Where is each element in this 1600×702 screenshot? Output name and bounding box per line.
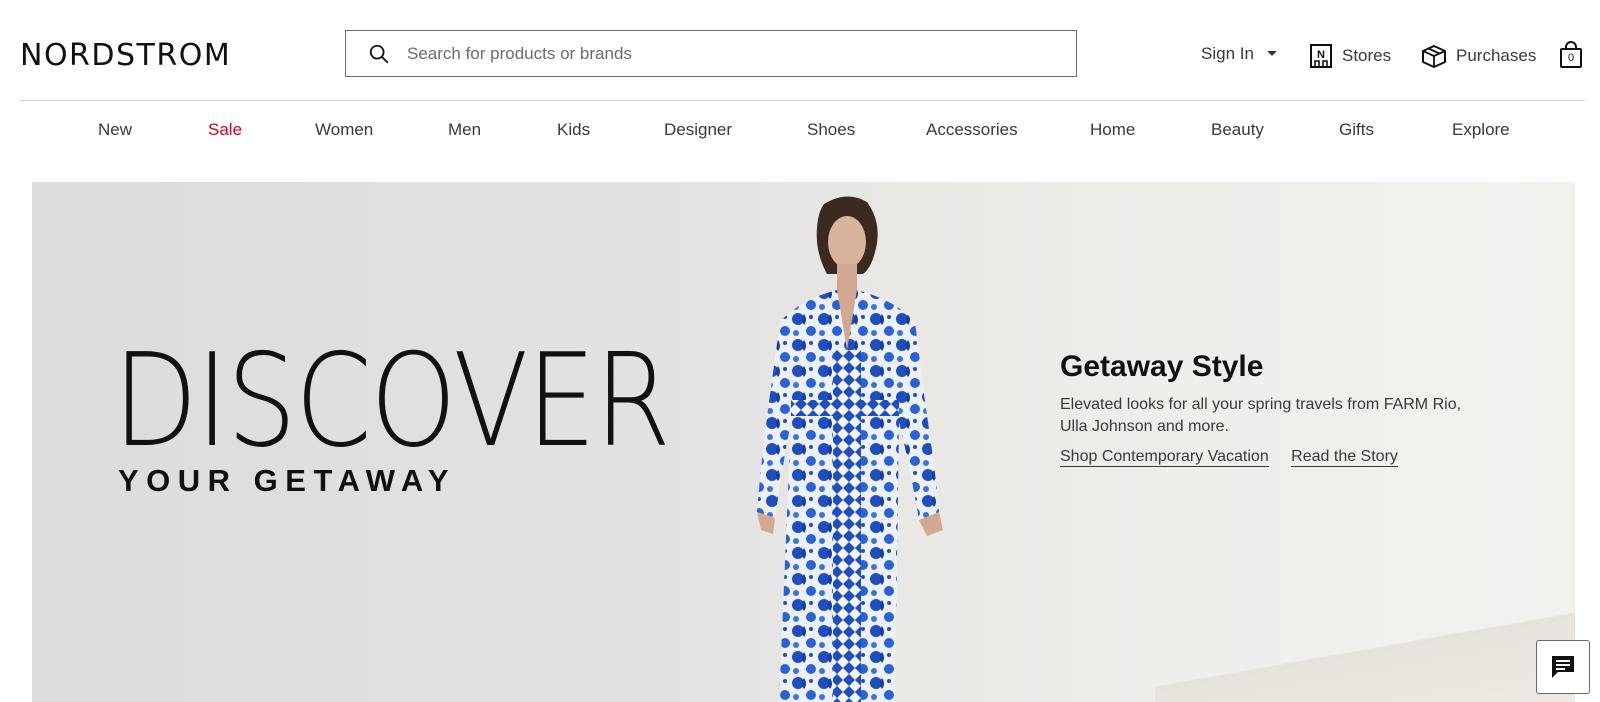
nordstrom-logo[interactable]: NORDSTROM xyxy=(20,38,231,73)
hero-headline: DISCOVER xyxy=(113,327,671,476)
nav-item-accessories[interactable]: Accessories xyxy=(926,120,1018,140)
chat-button[interactable] xyxy=(1536,640,1590,694)
store-icon: N xyxy=(1310,44,1332,68)
nav-item-home[interactable]: Home xyxy=(1090,120,1135,140)
shop-contemporary-vacation-link[interactable]: Shop Contemporary Vacation xyxy=(1060,448,1269,467)
nav-item-designer[interactable]: Designer xyxy=(664,120,732,140)
nav-item-gifts[interactable]: Gifts xyxy=(1339,120,1374,140)
main-nav: New Sale Women Men Kids Designer Shoes A… xyxy=(0,120,1600,144)
hero-banner[interactable]: DISCOVER YOUR GETAWAY Getaway Style Elev… xyxy=(32,182,1575,702)
sign-in-label: Sign In xyxy=(1201,44,1254,63)
hero-subheadline: YOUR GETAWAY xyxy=(118,463,457,498)
header-divider xyxy=(20,100,1585,101)
nav-item-shoes[interactable]: Shoes xyxy=(807,120,855,140)
site-header: NORDSTROM Sign In N Stores Purchases xyxy=(0,0,1600,101)
promo-text: Elevated looks for all your spring trave… xyxy=(1060,396,1462,435)
sign-in-button[interactable]: Sign In xyxy=(1201,44,1278,64)
box-icon xyxy=(1422,45,1446,68)
read-the-story-link[interactable]: Read the Story xyxy=(1291,448,1398,467)
stores-button[interactable]: N Stores xyxy=(1309,44,1391,68)
floor-shadow xyxy=(1155,612,1575,702)
promo-links: Shop Contemporary Vacation Read the Stor… xyxy=(1060,448,1490,467)
search-box[interactable] xyxy=(345,30,1077,77)
promo-block: Getaway Style Elevated looks for all you… xyxy=(1060,350,1490,467)
purchases-label: Purchases xyxy=(1456,46,1537,65)
nav-item-sale[interactable]: Sale xyxy=(208,120,242,140)
promo-title: Getaway Style xyxy=(1060,350,1264,383)
svg-text:N: N xyxy=(1317,49,1325,61)
chevron-down-icon xyxy=(1266,51,1277,56)
shopping-bag-button[interactable]: 0 xyxy=(1559,41,1583,69)
purchases-button[interactable]: Purchases xyxy=(1421,44,1536,68)
search-input[interactable] xyxy=(407,43,1027,64)
nav-item-beauty[interactable]: Beauty xyxy=(1211,120,1264,140)
nav-item-new[interactable]: New xyxy=(98,120,132,140)
chat-icon xyxy=(1552,656,1574,678)
nav-item-men[interactable]: Men xyxy=(448,120,481,140)
nav-item-explore[interactable]: Explore xyxy=(1452,120,1510,140)
search-icon[interactable] xyxy=(368,43,390,65)
bag-count: 0 xyxy=(1567,52,1575,64)
nav-item-kids[interactable]: Kids xyxy=(557,120,590,140)
nav-item-women[interactable]: Women xyxy=(315,120,373,140)
model-image xyxy=(757,196,943,702)
stores-label: Stores xyxy=(1342,46,1392,65)
